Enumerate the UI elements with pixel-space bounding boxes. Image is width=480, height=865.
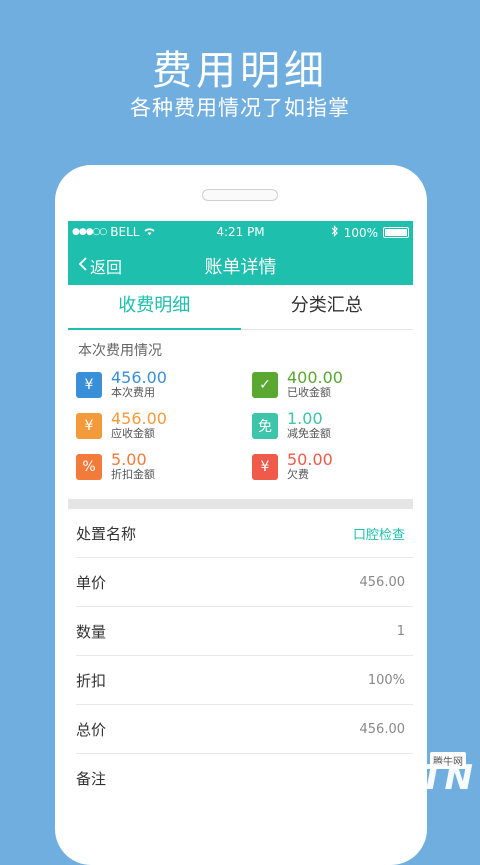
summary-value: 1.00 bbox=[287, 409, 323, 428]
detail-key: 备注 bbox=[76, 769, 107, 788]
detail-value: 456.00 bbox=[359, 574, 406, 590]
promo-subtitle: 各种费用情况了如指掌 bbox=[130, 96, 350, 120]
summary-label: 折扣金额 bbox=[111, 468, 155, 481]
summary-value: 5.00 bbox=[111, 450, 147, 469]
detail-key: 数量 bbox=[76, 622, 107, 641]
summary-item: ✓ 400.00 已收金额 bbox=[252, 366, 412, 403]
watermark-logo: QQTN bbox=[360, 758, 474, 798]
detail-row: 单价 456.00 bbox=[76, 558, 413, 607]
detail-key: 总价 bbox=[76, 720, 107, 739]
status-bar: ●●●○○ BELL 4:21 PM 100% bbox=[68, 221, 413, 243]
money-bag-icon: ¥ bbox=[76, 371, 102, 398]
summary-label: 减免金额 bbox=[287, 427, 331, 440]
owe-icon: ¥ bbox=[252, 453, 278, 480]
summary-label: 已收金额 bbox=[287, 386, 331, 399]
detail-row: 折扣 100% bbox=[76, 656, 413, 705]
summary-item: % 5.00 折扣金额 bbox=[76, 448, 252, 485]
summary-value: 456.00 bbox=[111, 409, 167, 428]
battery-icon bbox=[383, 227, 409, 238]
detail-key: 处置名称 bbox=[76, 524, 137, 543]
discount-tag-icon: % bbox=[76, 453, 102, 480]
detail-row[interactable]: 处置名称 口腔检查 bbox=[76, 509, 413, 558]
tab-category-summary[interactable]: 分类汇总 bbox=[241, 285, 414, 329]
nav-bar: 返回 账单详情 bbox=[68, 243, 413, 285]
received-icon: ✓ bbox=[252, 371, 278, 398]
detail-key: 单价 bbox=[76, 573, 107, 592]
phone-speaker bbox=[202, 189, 278, 201]
summary-value: 400.00 bbox=[287, 368, 343, 387]
app-screen: ●●●○○ BELL 4:21 PM 100% 返回 账单详情 收费明细 分类汇… bbox=[68, 221, 413, 800]
detail-row: 总价 456.00 bbox=[76, 705, 413, 754]
summary-label: 应收金额 bbox=[111, 427, 155, 440]
summary-label: 欠费 bbox=[287, 468, 309, 481]
section-divider bbox=[68, 499, 413, 509]
summary-value: 50.00 bbox=[287, 450, 333, 469]
detail-value: 456.00 bbox=[359, 721, 406, 737]
summary-label: 本次费用 bbox=[111, 386, 155, 399]
tab-bar: 收费明细 分类汇总 bbox=[68, 285, 413, 330]
detail-link-value[interactable]: 口腔检查 bbox=[353, 524, 405, 543]
bluetooth-icon bbox=[331, 225, 339, 240]
summary-item: ¥50.00 欠费 bbox=[252, 448, 412, 485]
qqtn-watermark: ✈ 腾牛网 QQTN bbox=[284, 750, 474, 798]
detail-key: 折扣 bbox=[76, 671, 107, 690]
summary-item: ¥456.00 应收金额 bbox=[76, 407, 252, 444]
summary-item: 免 1.00 减免金额 bbox=[252, 407, 412, 444]
summary-title: 本次费用情况 bbox=[78, 343, 162, 359]
promo-title: 费用明细 bbox=[152, 48, 328, 94]
detail-value: 100% bbox=[367, 672, 405, 688]
summary-item: ¥456.00 本次费用 bbox=[76, 366, 252, 403]
detail-value: 1 bbox=[396, 623, 405, 639]
page-title: 账单详情 bbox=[204, 257, 277, 278]
tab-fee-details[interactable]: 收费明细 bbox=[68, 285, 241, 330]
fee-summary: ¥456.00 本次费用 ✓ 400.00 已收金额 ¥456.00 应收金额免 1.00 减免… bbox=[68, 366, 413, 485]
waive-icon: 免 bbox=[252, 412, 278, 439]
summary-value: 456.00 bbox=[111, 368, 167, 387]
battery-percent: 100% bbox=[343, 225, 378, 240]
house-yen-icon: ¥ bbox=[76, 412, 102, 439]
detail-row: 数量 1 bbox=[76, 607, 413, 656]
